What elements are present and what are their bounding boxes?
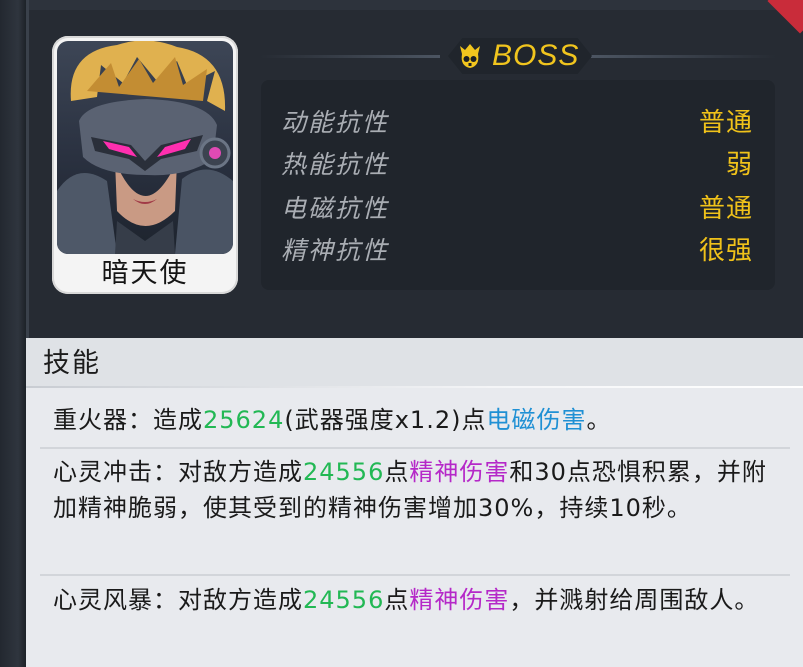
boss-header: BOSS — [260, 36, 776, 76]
damage-number: 24556 — [303, 586, 385, 614]
resist-label: 动能抗性 — [281, 108, 390, 137]
skill-name: 心灵冲击 — [53, 458, 153, 486]
skill-divider — [40, 447, 790, 449]
boss-rank-label: BOSS — [492, 39, 580, 72]
character-portrait-art — [57, 41, 233, 254]
resist-value: 很强 — [698, 236, 753, 266]
resist-label: 精神抗性 — [281, 236, 390, 265]
resist-value: 弱 — [725, 150, 753, 180]
header-line-right — [591, 55, 776, 58]
damage-type-psychic: 精神伤害 — [409, 458, 510, 486]
unit-info-panel: 暗天使 BOSS 动能抗性 普通 热能抗性 弱 电磁抗性 普通 精神抗性 很强 … — [0, 0, 803, 667]
resist-label: 热能抗性 — [281, 150, 390, 179]
skill-item: 重火器：造成25624(武器强度x1.2)点电磁伤害。 — [53, 406, 612, 434]
damage-number: 25624 — [203, 406, 285, 434]
character-name: 暗天使 — [101, 258, 189, 289]
damage-type-electromagnetic: 电磁伤害 — [486, 406, 587, 434]
skills-header-bar — [26, 338, 803, 388]
resist-value: 普通 — [698, 108, 753, 138]
resist-row-psychic: 精神抗性 很强 — [281, 230, 753, 272]
resist-row-kinetic: 动能抗性 普通 — [281, 102, 753, 144]
side-strip — [0, 0, 26, 667]
resist-row-electromagnetic: 电磁抗性 普通 — [281, 188, 753, 230]
damage-number: 24556 — [303, 458, 385, 486]
skull-crown-icon — [460, 44, 480, 68]
header-line-left — [260, 55, 440, 58]
resistance-table: 动能抗性 普通 热能抗性 弱 电磁抗性 普通 精神抗性 很强 — [261, 80, 775, 290]
skill-name: 心灵风暴 — [53, 586, 153, 614]
resist-row-thermal: 热能抗性 弱 — [281, 144, 753, 186]
skill-item: 心灵冲击：对敌方造成24556点精神伤害和30点恐惧积累，并附加精神脆弱，使其受… — [53, 458, 767, 522]
skill-name: 重火器 — [53, 406, 128, 434]
skill-divider — [40, 574, 790, 576]
damage-type-psychic: 精神伤害 — [409, 586, 510, 614]
resist-label: 电磁抗性 — [281, 194, 390, 223]
resist-value: 普通 — [698, 194, 753, 224]
portrait-image — [57, 41, 233, 254]
skills-title: 技能 — [43, 348, 101, 379]
skill-item: 心灵风暴：对敌方造成24556点精神伤害，并溅射给周围敌人。 — [53, 586, 760, 614]
